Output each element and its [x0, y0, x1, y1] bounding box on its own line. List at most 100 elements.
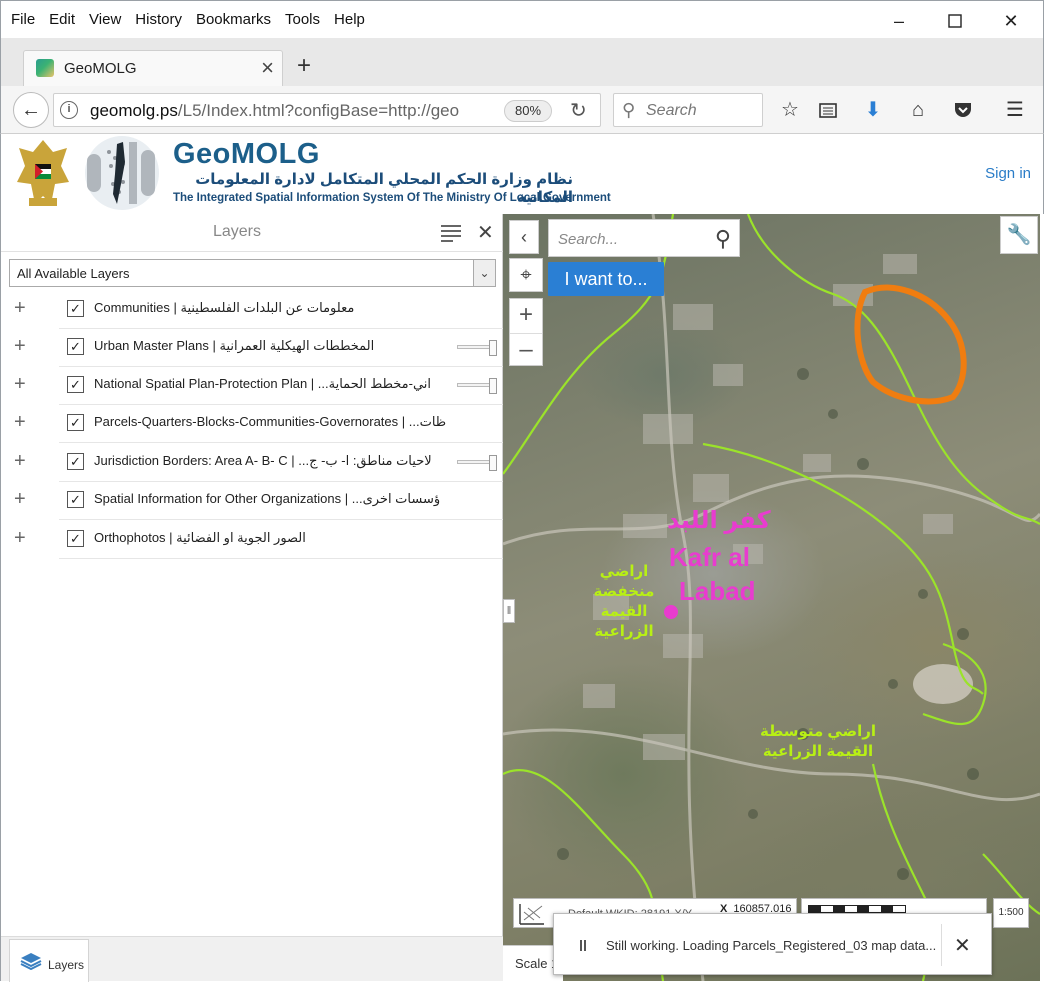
layer-row[interactable]: + ✓ Urban Master Plans | المخططات الهيكل… [1, 329, 503, 367]
expand-plus-icon[interactable]: + [14, 488, 26, 511]
layer-name: Spatial Information for Other Organizati… [94, 491, 441, 506]
layer-row[interactable]: + ✓ Orthophotos | الصور الجوية او الفضائ… [1, 521, 503, 559]
projection-grid-icon[interactable] [518, 902, 546, 926]
layers-footer-tab[interactable]: Layers [9, 939, 89, 982]
layer-name: Urban Master Plans | المخططات الهيكلية ا… [94, 338, 375, 353]
layer-checkbox[interactable]: ✓ [67, 453, 84, 470]
menu-history[interactable]: History [135, 11, 182, 28]
menu-items: File Edit View History Bookmarks Tools H… [11, 11, 365, 28]
zoom-out-icon[interactable]: – [510, 333, 542, 367]
panel-close-icon[interactable]: ✕ [477, 220, 494, 245]
expand-plus-icon[interactable]: + [14, 411, 26, 434]
info-icon[interactable]: i [60, 101, 78, 119]
back-arrow-icon[interactable]: ← [13, 92, 49, 128]
loading-toast: Still working. Loading Parcels_Registere… [553, 913, 992, 975]
layer-name: National Spatial Plan-Protection Plan | … [94, 376, 432, 391]
layers-panel-header: Layers ✕ [1, 214, 503, 252]
zoom-in-icon[interactable]: + [510, 299, 542, 333]
layers-footer-label: Layers [48, 958, 85, 972]
layer-checkbox[interactable]: ✓ [67, 338, 84, 355]
layer-row[interactable]: + ✓ Jurisdiction Borders: Area A- B- C |… [1, 444, 503, 482]
app-header: GeoMOLG نظام وزارة الحكم المحلي المتكامل… [0, 134, 1044, 214]
hamburger-menu-icon[interactable]: ☰ [1001, 96, 1029, 124]
sign-in-link[interactable]: Sign in [985, 165, 1031, 182]
scale-input-button[interactable]: 1:500 [993, 898, 1029, 928]
map-view[interactable]: كفر اللبد Kafr al Labad اراضي منخفضة الق… [503, 214, 1040, 981]
expand-plus-icon[interactable]: + [14, 297, 26, 320]
scale-bar [808, 905, 906, 913]
bookmark-star-icon[interactable]: ☆ [776, 96, 804, 124]
maximize-icon[interactable] [943, 9, 967, 33]
layer-row[interactable]: + ✓ Parcels-Quarters-Blocks-Communities-… [1, 405, 503, 443]
new-tab-icon[interactable]: + [297, 52, 311, 80]
layer-checkbox[interactable]: ✓ [67, 376, 84, 393]
opacity-slider[interactable] [457, 378, 497, 394]
browser-search-placeholder: Search [646, 102, 697, 119]
layer-filter-select[interactable]: All Available Layers ⌄ [9, 259, 496, 287]
opacity-slider[interactable] [457, 455, 497, 471]
menu-tools[interactable]: Tools [285, 11, 320, 28]
favicon-icon [36, 59, 54, 77]
zoom-level-badge[interactable]: 80% [504, 100, 552, 122]
collapse-panel-chevron-icon[interactable]: ‹ [509, 220, 539, 254]
window-close-icon[interactable]: ✕ [999, 9, 1023, 33]
pause-icon[interactable] [580, 940, 586, 951]
expand-plus-icon[interactable]: + [14, 450, 26, 473]
layer-row[interactable]: + ✓ Spatial Information for Other Organi… [1, 482, 503, 520]
expand-plus-icon[interactable]: + [14, 335, 26, 358]
map-search-input[interactable]: Search... ⚲ [548, 219, 740, 257]
url-path: /L5/Index.html?configBase=http://geo [177, 101, 460, 120]
download-arrow-icon[interactable]: ⬇ [859, 96, 887, 124]
expand-plus-icon[interactable]: + [14, 527, 26, 550]
url-domain: geomolg.ps [90, 101, 178, 120]
locate-crosshair-icon[interactable]: ⌖ [509, 258, 543, 292]
scale-label: Scale 1 [515, 956, 559, 971]
layer-name: Jurisdiction Borders: Area A- B- C | ...… [94, 453, 432, 468]
search-icon[interactable]: ⚲ [715, 226, 731, 252]
url-bar[interactable]: i geomolg.ps/L5/Index.html?configBase=ht… [53, 93, 601, 127]
menu-view[interactable]: View [89, 11, 121, 28]
land-label-low: اراضي منخفضة القيمة الزراعية [593, 563, 655, 640]
menu-help[interactable]: Help [334, 11, 365, 28]
loading-message: Still working. Loading Parcels_Registere… [606, 938, 937, 953]
minimize-icon[interactable]: – [887, 9, 911, 33]
browser-menubar: File Edit View History Bookmarks Tools H… [0, 0, 1044, 38]
layer-checkbox[interactable]: ✓ [67, 530, 84, 547]
i-want-to-button[interactable]: I want to... [548, 262, 664, 296]
expand-plus-icon[interactable]: + [14, 373, 26, 396]
menu-bookmarks[interactable]: Bookmarks [196, 11, 271, 28]
pocket-icon[interactable] [949, 96, 977, 124]
layer-checkbox[interactable]: ✓ [67, 414, 84, 431]
url-text[interactable]: geomolg.ps/L5/Index.html?configBase=http… [90, 101, 459, 121]
opacity-slider[interactable] [457, 340, 497, 356]
layer-checkbox[interactable]: ✓ [67, 491, 84, 508]
panel-footer: Layers [1, 936, 503, 982]
globe-logo-icon [85, 136, 159, 210]
zoom-controls: + – [509, 298, 543, 366]
tools-wrench-icon[interactable]: 🔧 [1000, 216, 1038, 254]
home-icon[interactable]: ⌂ [904, 96, 932, 124]
brand-subtitle-english: The Integrated Spatial Information Syste… [173, 192, 611, 204]
layer-name: Orthophotos | الصور الجوية او الفضائية [94, 530, 306, 545]
layer-row[interactable]: + ✓ National Spatial Plan-Protection Pla… [1, 367, 503, 405]
menu-edit[interactable]: Edit [49, 11, 75, 28]
layer-checkbox[interactable]: ✓ [67, 300, 84, 317]
chevron-down-icon[interactable]: ⌄ [473, 260, 495, 286]
tab-close-icon[interactable]: × [261, 55, 274, 81]
panel-splitter-handle[interactable]: ‖ [503, 599, 515, 623]
browser-search-input[interactable]: ⚲ Search [613, 93, 763, 127]
tab-geomolg[interactable]: GeoMOLG × [23, 50, 283, 86]
layer-filter-value: All Available Layers [17, 266, 130, 281]
land-label-medium: اراضي متوسطة القيمة الزراعية [759, 723, 877, 760]
toast-close-icon[interactable]: ✕ [954, 933, 971, 958]
highlight-outline [854, 284, 967, 405]
nav-toolbar: ← i geomolg.ps/L5/Index.html?configBase=… [0, 86, 1044, 134]
layers-panel: Layers ✕ All Available Layers ⌄ + ✓ Comm… [0, 214, 503, 982]
reading-list-icon[interactable] [814, 96, 842, 124]
reload-icon[interactable]: ↻ [570, 98, 587, 123]
layer-row[interactable]: + ✓ Communities | معلومات عن البلدات الف… [1, 291, 503, 329]
tab-title: GeoMOLG [64, 60, 137, 77]
quarry-patch [913, 664, 973, 704]
panel-menu-icon[interactable] [441, 222, 461, 245]
menu-file[interactable]: File [11, 11, 35, 28]
